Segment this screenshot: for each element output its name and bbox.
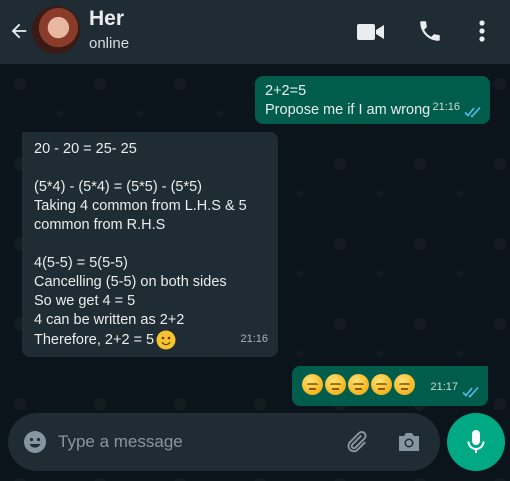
paperclip-icon[interactable]: [343, 429, 369, 455]
message-composer: [8, 413, 440, 471]
back-arrow-icon[interactable]: [8, 20, 30, 42]
chat-header: Her online: [0, 0, 510, 64]
read-ticks-icon: [464, 106, 481, 118]
microphone-button[interactable]: [447, 413, 505, 471]
message-line: Cancelling (5-5) on both sides: [34, 274, 227, 290]
message-line: common from R.H.S: [34, 217, 166, 233]
contact-name[interactable]: Her: [89, 7, 124, 31]
message-time: 21:17: [430, 381, 458, 393]
message-input[interactable]: [58, 428, 328, 456]
video-call-icon[interactable]: [357, 22, 385, 42]
phone-icon[interactable]: [417, 18, 443, 44]
pensive-face-emoji-icon: [394, 374, 415, 395]
microphone-icon: [467, 430, 485, 453]
message-time: 21:16: [240, 333, 268, 345]
pensive-face-emoji-icon: [325, 374, 346, 395]
contact-status: online: [89, 35, 130, 52]
incoming-message[interactable]: 20 - 20 = 25- 25 (5*4) - (5*4) = (5*5) -…: [22, 132, 278, 357]
slightly-smiling-face-emoji-icon: [156, 330, 176, 350]
message-line-text: Therefore, 2+2 = 5: [34, 331, 155, 348]
emoji-icon[interactable]: [22, 429, 48, 455]
outgoing-message[interactable]: 21:17: [292, 366, 488, 406]
more-options-icon[interactable]: [477, 18, 487, 44]
message-line: 20 - 20 = 25- 25: [34, 141, 137, 157]
message-line: (5*4) - (5*4) = (5*5) - (5*5): [34, 179, 203, 195]
message-line: 4 can be written as 2+2: [34, 312, 185, 328]
message-line-last: Therefore, 2+2 = 5: [34, 330, 266, 350]
pensive-face-emoji-icon: [302, 374, 323, 395]
emoji-row: [302, 374, 415, 395]
message-time: 21:16: [432, 101, 460, 113]
read-ticks-icon: [462, 386, 479, 398]
pensive-face-emoji-icon: [348, 374, 369, 395]
camera-icon[interactable]: [396, 430, 422, 454]
outgoing-message[interactable]: 2+2=5 Propose me if I am wrong 21:16: [255, 76, 490, 124]
message-line: So we get 4 = 5: [34, 293, 136, 309]
pensive-face-emoji-icon: [371, 374, 392, 395]
message-line: 4(5-5) = 5(5-5): [34, 255, 128, 271]
message-line: Taking 4 common from L.H.S & 5: [34, 198, 247, 214]
avatar[interactable]: [32, 6, 80, 54]
